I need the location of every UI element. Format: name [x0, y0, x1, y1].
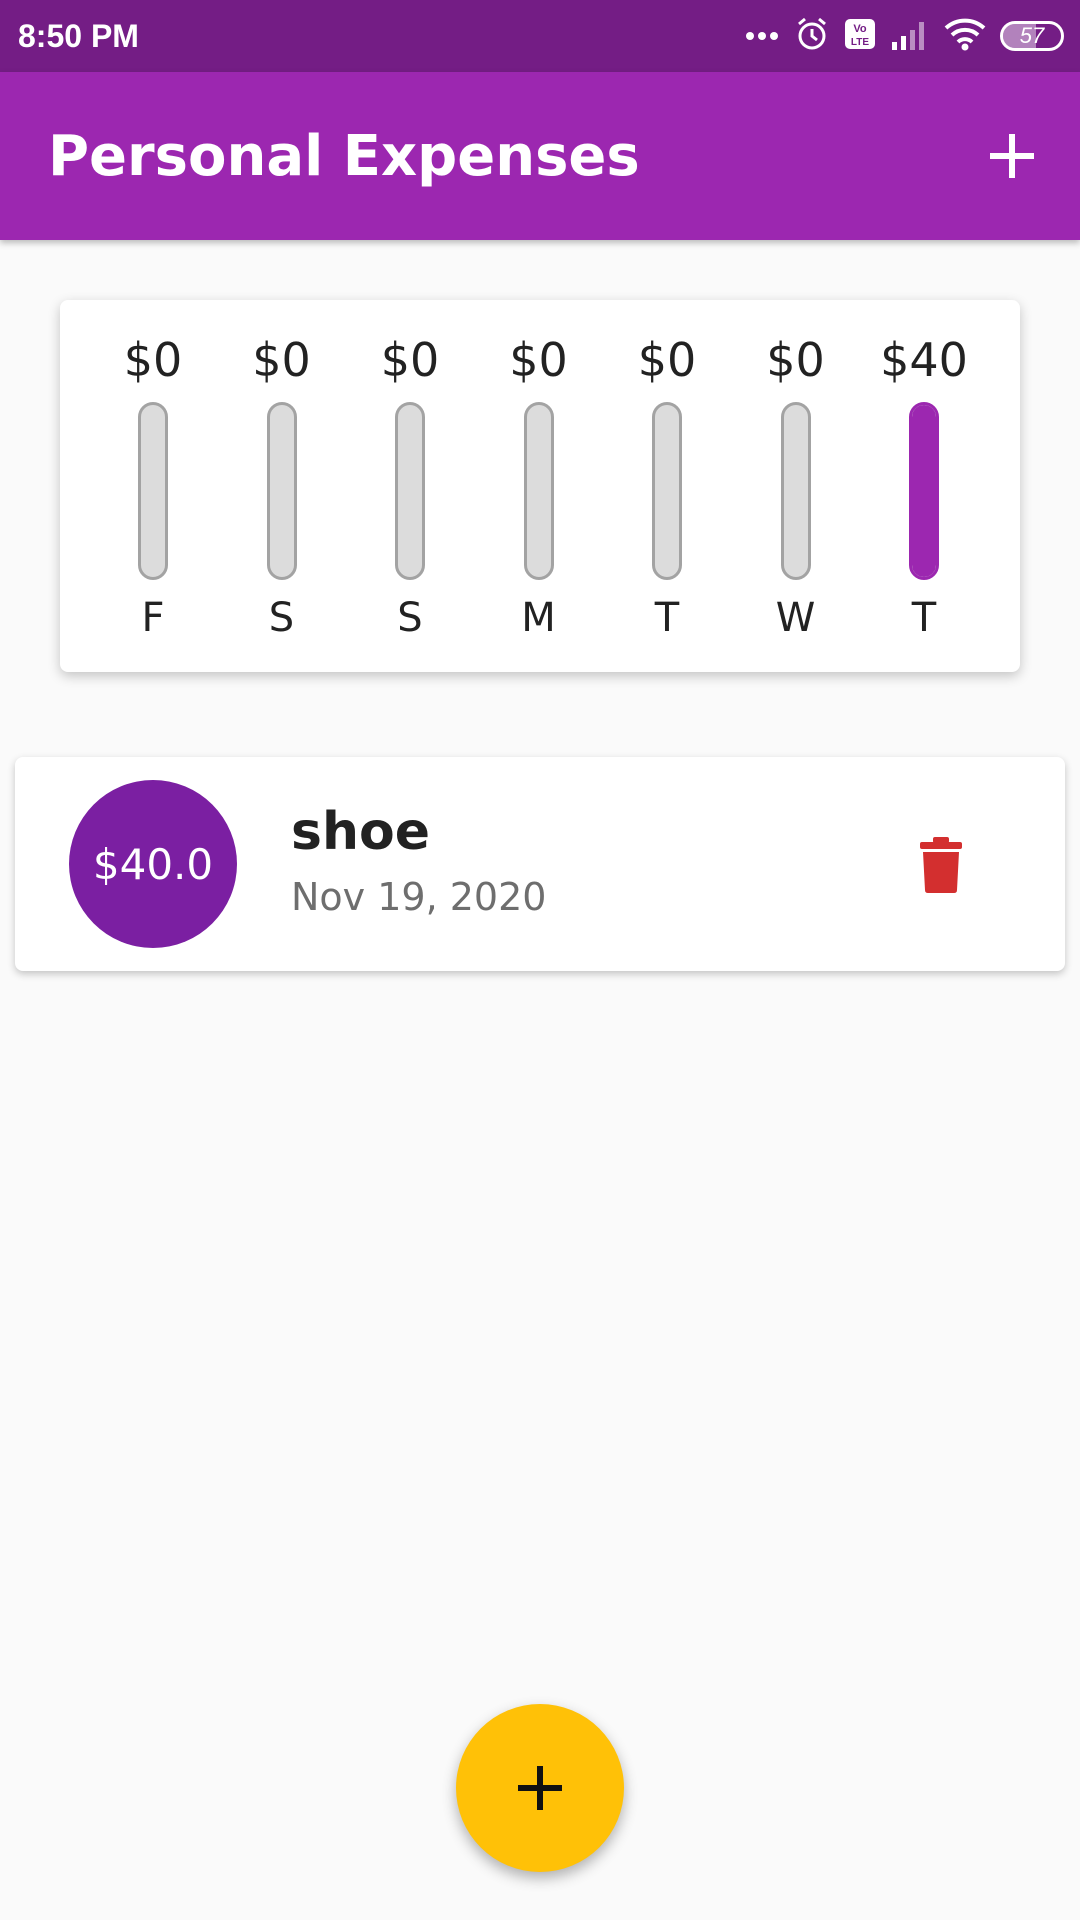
chart-bar	[912, 405, 936, 577]
transaction-card: $40.0 shoe Nov 19, 2020	[15, 757, 1065, 971]
chart-amount-label: $0	[766, 333, 825, 387]
chart-bar-column: $0 T	[607, 300, 727, 672]
chart-bar-track	[266, 402, 297, 580]
more-dots-icon	[744, 27, 780, 46]
app-bar: Personal Expenses	[0, 72, 1080, 240]
add-expense-button[interactable]	[976, 120, 1048, 192]
signal-icon	[890, 18, 930, 54]
chart-day-label: F	[141, 595, 165, 641]
transaction-amount-avatar: $40.0	[69, 780, 237, 948]
status-time: 8:50 PM	[18, 18, 139, 54]
alarm-icon	[794, 16, 830, 56]
page-title: Personal Expenses	[48, 124, 640, 189]
battery-icon: 57	[1000, 21, 1064, 51]
chart-bar-track	[138, 402, 168, 580]
transaction-title: shoe	[291, 802, 430, 862]
trash-icon	[920, 837, 962, 893]
chart-amount-label: $0	[252, 333, 311, 387]
battery-level: 57	[1019, 23, 1045, 48]
chart-day-label: M	[521, 595, 556, 641]
transaction-amount: $40.0	[92, 839, 214, 889]
chart-amount-label: $0	[123, 333, 183, 387]
status-bar: 8:50 PM Vo LTE 57	[0, 0, 1080, 72]
chart-bar-column: $0 S	[222, 300, 342, 672]
chart-bar-column: $0 S	[350, 300, 470, 672]
chart-bar-track	[909, 402, 939, 580]
transaction-date: Nov 19, 2020	[291, 875, 547, 919]
chart-bar-track	[780, 402, 811, 580]
chart-day-label: W	[775, 595, 816, 641]
chart-amount-label: $0	[637, 333, 697, 387]
chart-bar-track	[395, 402, 425, 580]
chart-bar-track	[523, 402, 554, 580]
chart-day-label: S	[397, 595, 423, 641]
chart-amount-label: $40	[880, 333, 968, 387]
chart-bar-track	[652, 402, 682, 580]
weekly-chart: $0 F $0 S $0 S $0 M $0 T $0 W $40 T	[60, 300, 1020, 672]
wifi-icon	[944, 17, 986, 55]
plus-icon	[990, 134, 1034, 178]
chart-bar-column: $0 W	[736, 300, 856, 672]
svg-text:Vo: Vo	[853, 23, 867, 35]
delete-transaction-button[interactable]	[905, 829, 977, 901]
chart-day-label: T	[654, 595, 680, 641]
chart-bar-column: $0 F	[93, 300, 213, 672]
chart-day-label: T	[911, 595, 937, 641]
chart-bar-column: $40 T	[864, 300, 984, 672]
plus-icon	[518, 1766, 562, 1810]
chart-amount-label: $0	[509, 333, 568, 387]
volte-icon: Vo LTE	[844, 18, 876, 54]
chart-bar-column: $0 M	[479, 300, 599, 672]
add-expense-fab[interactable]	[456, 1704, 624, 1872]
chart-amount-label: $0	[380, 333, 440, 387]
status-icons: Vo LTE 57	[730, 14, 1064, 58]
svg-text:LTE: LTE	[851, 37, 869, 48]
chart-day-label: S	[268, 595, 295, 641]
